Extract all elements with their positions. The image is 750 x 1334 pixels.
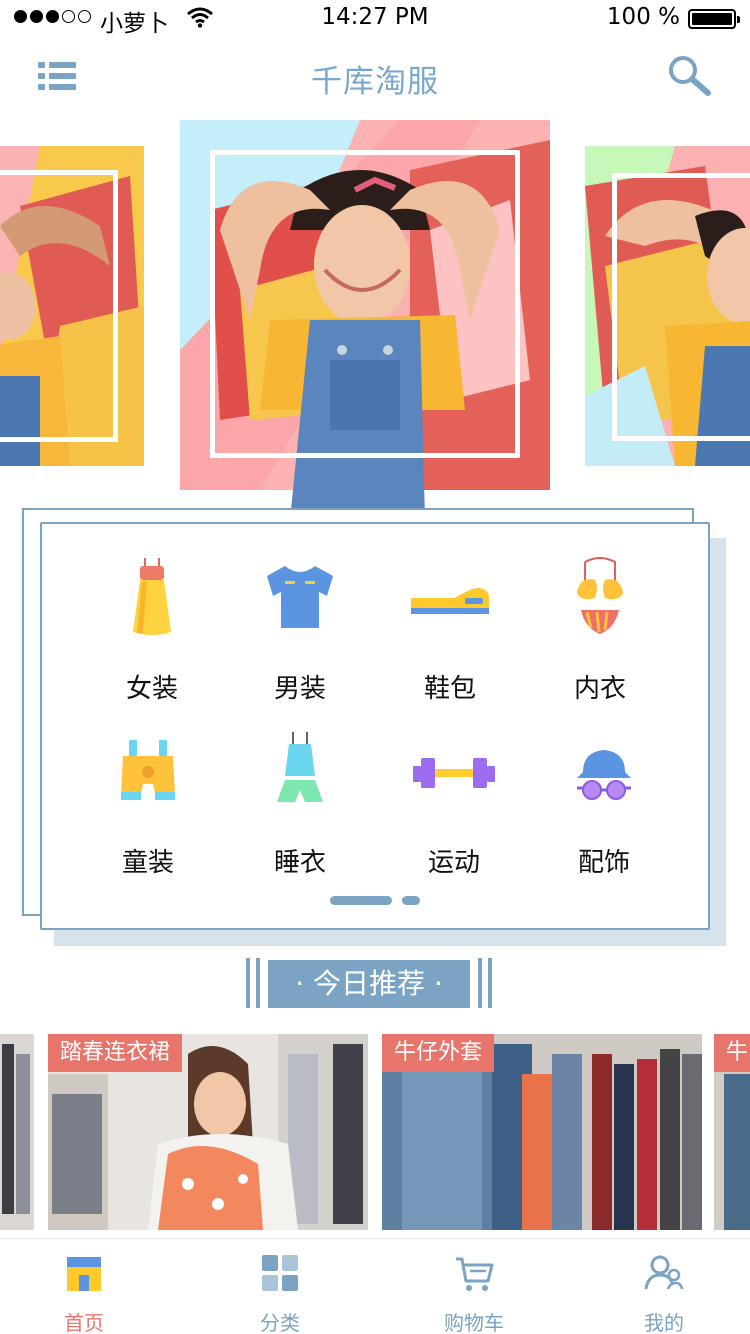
hat-glasses-icon xyxy=(577,750,631,800)
product-tag: 踏春连衣裙 xyxy=(48,1034,183,1072)
tshirt-icon xyxy=(267,566,333,628)
user-icon xyxy=(644,1255,684,1290)
category-label: 女装 xyxy=(125,674,178,704)
kids-overalls-icon xyxy=(121,740,175,800)
page-dot xyxy=(402,896,420,905)
tab-label: 分类 xyxy=(260,1311,300,1334)
tab-mine[interactable]: 我的 xyxy=(604,1253,724,1334)
tab-bar: 首页 分类 购物车 我的 xyxy=(0,1238,750,1334)
section-header-today: · 今日推荐 · xyxy=(0,958,750,1010)
category-label: 鞋包 xyxy=(423,674,476,704)
tab-category[interactable]: 分类 xyxy=(220,1253,340,1334)
tab-label: 首页 xyxy=(64,1311,104,1334)
decor-bar xyxy=(488,958,492,1008)
banner-slide-prev[interactable] xyxy=(0,146,144,466)
battery-icon xyxy=(688,9,740,29)
battery-percent: 100 % xyxy=(606,4,680,30)
category-panel: 女装 男装 鞋包 内衣 童装 睡衣 运动 配饰 xyxy=(40,522,710,930)
category-label: 内衣 xyxy=(573,674,626,704)
category-sports[interactable]: 运动 xyxy=(384,728,524,879)
category-kids[interactable]: 童装 xyxy=(78,728,218,879)
cart-icon xyxy=(456,1257,494,1291)
tab-label: 我的 xyxy=(644,1311,684,1334)
tab-home[interactable]: 首页 xyxy=(24,1253,144,1334)
section-title: · 今日推荐 · xyxy=(268,960,470,1008)
product-tag: 牛仔外套 xyxy=(382,1034,495,1072)
product-tag: 牛 xyxy=(714,1034,750,1072)
product-card-denim[interactable]: 牛仔外套 xyxy=(382,1034,702,1230)
banner-slide-next[interactable] xyxy=(585,146,750,466)
dumbbell-icon xyxy=(413,758,495,788)
tab-cart[interactable]: 购物车 xyxy=(414,1253,534,1334)
category-grid-icon xyxy=(262,1255,298,1291)
product-card-partial-right[interactable]: 牛 xyxy=(714,1034,750,1230)
product-card-dress[interactable]: 踏春连衣裙 xyxy=(48,1034,368,1230)
category-underwear[interactable]: 内衣 xyxy=(530,554,670,705)
page-dot-active xyxy=(330,896,392,905)
category-accessories[interactable]: 配饰 xyxy=(534,728,674,879)
product-card-partial-left[interactable] xyxy=(0,1034,34,1230)
banner-slide-current[interactable] xyxy=(180,120,550,520)
decor-bar xyxy=(256,958,260,1008)
category-label: 配饰 xyxy=(577,848,630,878)
shoe-icon xyxy=(411,588,489,614)
nav-bar: 千库淘服 xyxy=(0,40,750,114)
category-shoes-bags[interactable]: 鞋包 xyxy=(380,554,520,705)
status-bar: 小萝卜 14:27 PM 100 % xyxy=(0,0,750,40)
tab-label: 购物车 xyxy=(444,1311,504,1334)
category-label: 睡衣 xyxy=(273,848,326,878)
search-icon[interactable] xyxy=(666,54,712,98)
home-icon xyxy=(67,1257,101,1291)
decor-bar xyxy=(478,958,482,1008)
decor-bar xyxy=(246,958,250,1008)
bikini-icon xyxy=(577,557,623,634)
dress-icon xyxy=(133,558,171,635)
pajamas-icon xyxy=(277,732,323,802)
category-label: 童装 xyxy=(121,848,174,878)
category-label: 男装 xyxy=(273,674,326,704)
category-women[interactable]: 女装 xyxy=(82,554,222,705)
page-indicator xyxy=(42,896,708,905)
category-men[interactable]: 男装 xyxy=(230,554,370,705)
category-label: 运动 xyxy=(427,848,480,878)
app-title: 千库淘服 xyxy=(311,64,439,100)
category-pajamas[interactable]: 睡衣 xyxy=(230,728,370,879)
